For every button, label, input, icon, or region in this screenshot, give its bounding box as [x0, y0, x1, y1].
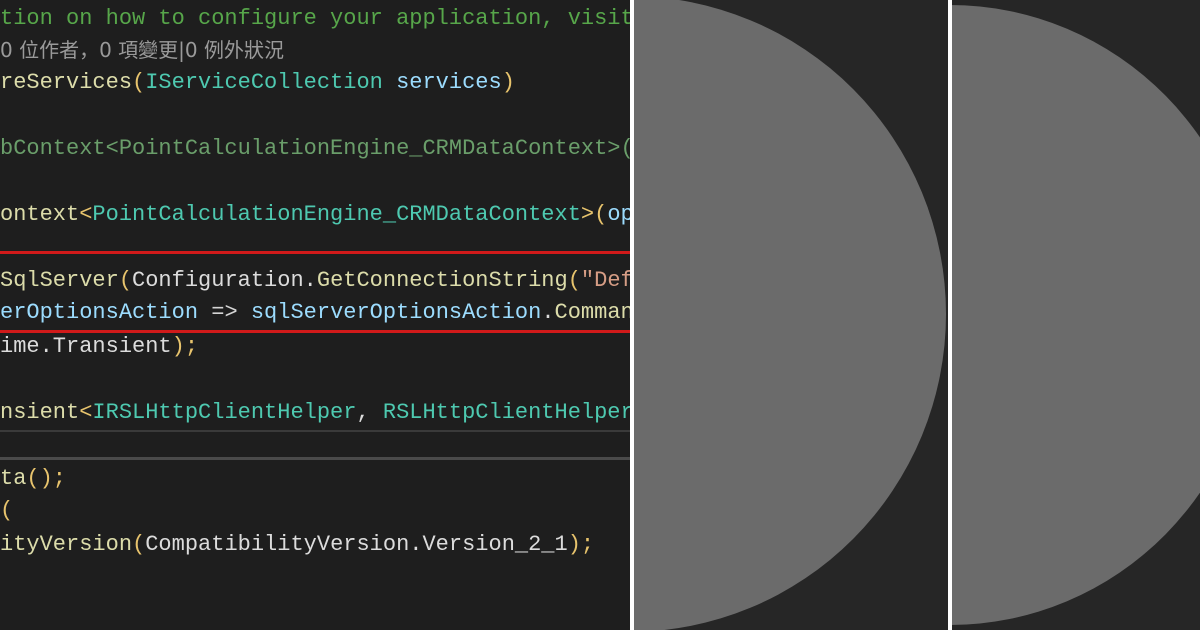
generic-close: >: [580, 202, 595, 227]
open-paren-2: (: [567, 268, 581, 293]
code-line-compat-version: ityVersion(CompatibilityVersion.Version_…: [0, 530, 594, 560]
codelens-info[interactable]: 0 位作者，0 項變更|0 例外狀況: [0, 35, 284, 65]
var-name: opti: [607, 202, 630, 227]
generic-open: <: [79, 400, 93, 425]
open-paren: (: [118, 268, 133, 293]
close-paren: );: [171, 334, 199, 359]
comment-text: tion on how to configure your applicatio…: [0, 6, 630, 31]
enum-name: CompatibilityVersion: [145, 532, 410, 557]
code-line-comment: tion on how to configure your applicatio…: [0, 4, 630, 34]
divider: [630, 0, 634, 630]
method-name: reServices: [0, 70, 133, 95]
code-line-lifetime: ime.Transient);: [0, 332, 198, 362]
generic-open: <: [79, 202, 93, 227]
interface-name: IRSLHttpClientHelper: [92, 400, 357, 425]
divider: [948, 0, 952, 630]
comma: ,: [356, 400, 383, 425]
close-paren: );: [567, 532, 595, 557]
decorative-panel-left: [630, 0, 950, 630]
method-name: ta: [0, 466, 27, 491]
close-paren: ): [501, 70, 515, 95]
method-name: nsient: [0, 400, 80, 425]
code-line-add-dbcontext: ontext<PointCalculationEngine_CRMDataCon…: [0, 200, 630, 230]
code-line-commented-dbcontext: bContext<PointCalculationEngine_CRMDataC…: [0, 136, 630, 161]
method-separator: [0, 457, 630, 460]
code-editor[interactable]: tion on how to configure your applicatio…: [0, 0, 630, 630]
half-circle-shape: [950, 5, 1200, 625]
code-line-paren: (: [0, 498, 14, 523]
string-literal: "Defau: [580, 268, 630, 293]
type-name: IServiceCollection: [145, 70, 383, 95]
code-line-options-action: erOptionsAction => sqlServerOptionsActio…: [0, 298, 630, 328]
open-paren: (: [132, 70, 146, 95]
var-name-2: sqlServerOptionsAction: [250, 300, 542, 325]
method-name: SqlServer: [0, 268, 119, 293]
code-line-use-sqlserver: SqlServer(Configuration.GetConnectionStr…: [0, 266, 630, 296]
enum-member: Version_2_1: [422, 532, 568, 557]
lifetime-text: ime.Transient: [0, 334, 172, 359]
class-name: RSLHttpClientHelper: [382, 400, 630, 425]
lambda-arrow: =>: [198, 300, 251, 325]
method-name: ontext: [0, 202, 80, 227]
open-paren: (: [594, 202, 608, 227]
code-line-add-transient: nsient<IRSLHttpClientHelper, RSLHttpClie…: [0, 398, 630, 428]
decorative-panel-right: [950, 0, 1200, 630]
method-name: ityVersion: [0, 532, 133, 557]
call-parens: ();: [26, 466, 67, 491]
dot: .: [303, 268, 317, 293]
member-name: CommandT: [554, 300, 630, 325]
open-paren: (: [132, 532, 146, 557]
call-name: GetConnectionString: [316, 268, 568, 293]
code-line-configure-services: reServices(IServiceCollection services): [0, 68, 515, 98]
half-circle-shape: [630, 0, 946, 630]
region-marker: [0, 430, 630, 432]
code-line-data: ta();: [0, 464, 66, 494]
screenshot-root: tion on how to configure your applicatio…: [0, 0, 1200, 630]
type-name: PointCalculationEngine_CRMDataContext: [92, 202, 581, 227]
dot: .: [409, 532, 423, 557]
var-name: erOptionsAction: [0, 300, 199, 325]
param-name: services: [396, 70, 502, 95]
dot: .: [541, 300, 555, 325]
object-name: Configuration: [132, 268, 304, 293]
